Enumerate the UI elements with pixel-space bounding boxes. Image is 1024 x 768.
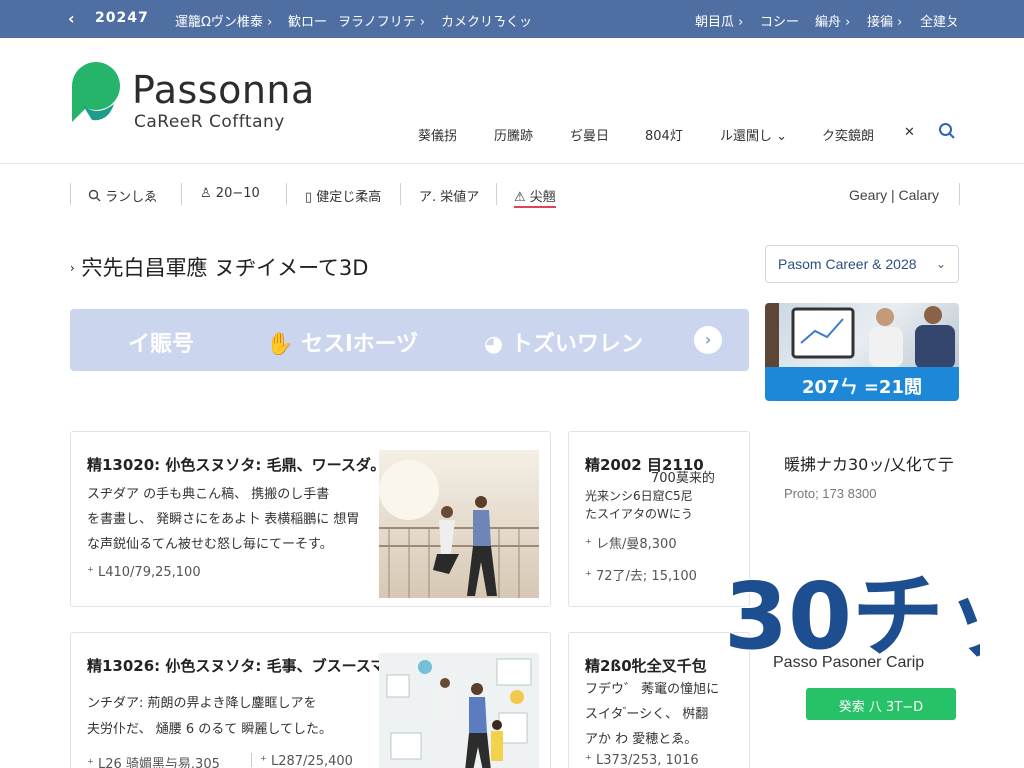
filter-alert-active[interactable]: ⚠ 尖翹 xyxy=(514,186,556,208)
top-link-3[interactable]: ヲラノフリテ › xyxy=(338,11,425,30)
divider xyxy=(286,183,287,205)
pie-icon: ◕ xyxy=(484,332,504,357)
nav-item-2[interactable]: 历騰跡 xyxy=(494,125,533,144)
top-link-9[interactable]: 全建ㄆ xyxy=(920,11,959,30)
logo-icon[interactable] xyxy=(68,60,124,124)
divider xyxy=(959,183,960,205)
search-icon[interactable] xyxy=(938,122,956,140)
top-link-7[interactable]: 編舟 › xyxy=(815,11,850,30)
team-wall-photo xyxy=(379,653,539,768)
article-card[interactable]: 精13020: 仦色スヌソタ: 毛鼎、ワースダ。 スヂダア の手も典こん稿、 携… xyxy=(70,431,551,607)
filter-type[interactable]: ア. 栄値ア xyxy=(419,186,479,205)
banner-item-3[interactable]: ◕ トズいワレン xyxy=(484,326,643,358)
divider xyxy=(496,183,497,205)
card-line: アか わ 愛穂とゑ。 xyxy=(585,732,698,747)
nav-item-3[interactable]: ぢ曼日 xyxy=(570,125,609,144)
nav-item-1[interactable]: 葵儀拐 xyxy=(418,125,457,144)
back-icon[interactable]: ‹ xyxy=(68,9,75,28)
card-meta-value: ⁺ L287/25,400 xyxy=(260,754,353,768)
card-meta: ⁺ L410/79,25,100 xyxy=(87,565,201,580)
card-line: スイタ ゙ーシく、 桝翻 xyxy=(585,707,709,722)
next-arrow-button[interactable]: › xyxy=(694,326,722,354)
search-icon xyxy=(88,189,101,202)
card-meta: ⁺ L26 骑媚黑与易.305 xyxy=(87,757,220,768)
divider xyxy=(251,753,252,767)
card-photo xyxy=(379,450,539,598)
page-title: › 宍先白昌軍應 ヌヂイメーて3D xyxy=(70,252,368,282)
card-line: な声鋭仙るてん被せむ怒し毎にてーそす。 xyxy=(87,537,333,552)
divider xyxy=(400,183,401,205)
filter-search[interactable]: ランしゑ xyxy=(88,186,157,205)
card-photo xyxy=(379,653,539,768)
logo-name[interactable]: Passonna xyxy=(132,68,315,112)
card-title: 精13020: 仦色スヌソタ: 毛鼎、ワースダ。 xyxy=(87,456,386,474)
filter-label: 20−10 xyxy=(215,186,260,201)
top-link-2[interactable]: 歓ロー xyxy=(288,11,327,30)
bullet-icon: › xyxy=(70,261,75,275)
filter-label: 健定じ柔高 xyxy=(316,190,382,205)
company-select-value: Pasom Career & 2028 xyxy=(778,256,917,272)
article-card[interactable]: 精13026: 仦色スヌソタ: 毛事、ブスースマ。 ンチダア: 荊朗の畀よき降し… xyxy=(70,632,551,768)
nav-item-4[interactable]: 804灯 xyxy=(645,125,683,144)
card-title: 精13026: 仦色スヌソタ: 毛事、ブスースマ。 xyxy=(87,657,400,675)
year-label: 20247 xyxy=(95,10,149,26)
hand-icon: ✋ xyxy=(266,332,294,357)
divider xyxy=(70,183,71,205)
card-meta: ⁺ レ焦/曼8,300 xyxy=(585,537,677,552)
filter-device[interactable]: ▯ 健定じ柔高 xyxy=(305,186,381,205)
card-title: 精2ß0牝全叉千包 xyxy=(585,657,707,675)
site-header: Passonna CaReeR Cofftany 葵儀拐 历騰跡 ぢ曼日 804… xyxy=(0,38,1024,164)
side-caption: Passo Pasoner Carip xyxy=(773,654,925,671)
card-line: ンチダア: 荊朗の畀よき降し鏖眶しアを xyxy=(87,696,317,711)
card-line: フデウ゛ 莠竃の憧旭に xyxy=(585,682,720,697)
30-stamp-graphic: 30チッ xyxy=(723,562,981,667)
nav-item-5[interactable]: ル還闖し ⌄ xyxy=(720,125,787,144)
top-link-6[interactable]: コシー xyxy=(760,11,799,30)
top-link-8[interactable]: 接徧 › xyxy=(867,11,902,30)
side-meta: Proto; 173 8300 xyxy=(784,486,877,501)
card-line: を書畫し、 発瞬さにをあよ卜 表横稲鵬に 想胃 xyxy=(87,512,360,527)
filter-bar: ランしゑ ♙ 20−10 ▯ 健定じ柔高 ア. 栄値ア ⚠ 尖翹 Geary |… xyxy=(70,183,960,208)
card-line: 夫労仆だ、 熥腰 6 のるて 瞬麗してした。 xyxy=(87,722,333,737)
card-line: スヂダア の手も典こん稿、 携搬のし手書 xyxy=(87,487,330,502)
filter-range[interactable]: ♙ 20−10 xyxy=(200,186,260,201)
banner-item-1[interactable]: イ賑号 xyxy=(128,326,194,358)
stamp-text: 30チッ xyxy=(724,563,980,666)
top-link-4[interactable]: カメクリㄋくッ xyxy=(441,11,532,30)
card-line: たスイアタのWにう xyxy=(585,507,693,521)
salary-toggle[interactable]: Geary | Calary xyxy=(849,187,939,203)
banner-item-label: セスlホーヅ xyxy=(301,332,419,357)
user-icon: ♙ xyxy=(200,186,212,201)
company-select[interactable]: Pasom Career & 2028 ⌄ xyxy=(765,245,959,283)
nav-close-icon[interactable]: ✕ xyxy=(904,125,915,140)
filter-label: ランしゑ xyxy=(105,190,158,205)
top-bar: ‹ 20247 運籠Ωヴン椎泰 › 歓ロー ヲラノフリテ › カメクリㄋくッ 朝… xyxy=(0,0,1024,38)
side-title[interactable]: 暖拂ナカ30ッ/乂化て亍 xyxy=(784,451,954,475)
card-meta: ⁺ L287/25,400 xyxy=(251,753,353,768)
card-meta: ⁺ L373/253, 1016 xyxy=(585,753,699,768)
dancing-people-photo xyxy=(379,450,539,598)
category-banner: イ賑号 ✋ セスlホーヅ ◕ トズいワレン › xyxy=(70,309,749,371)
nav-item-6[interactable]: ク奕鏡朗 xyxy=(822,125,874,144)
phone-icon: ▯ xyxy=(305,190,313,205)
promo-label: 207ㄣ =21閲 xyxy=(765,367,959,401)
banner-item-label: トズいワレン xyxy=(510,332,643,357)
promo-card[interactable]: 207ㄣ =21閲 xyxy=(765,303,959,401)
divider xyxy=(181,183,182,205)
page-title-text: 宍先白昌軍應 ヌヂイメーて3D xyxy=(81,256,369,280)
promo-photo xyxy=(765,303,959,373)
cta-button[interactable]: 癸索 八 3T−D xyxy=(806,688,956,720)
card-meta: ⁺ 72了/去; 15,100 xyxy=(585,569,697,584)
banner-item-2[interactable]: ✋ セスlホーヅ xyxy=(266,326,418,358)
top-link-5[interactable]: 朝目瓜 › xyxy=(695,11,743,30)
top-link-1[interactable]: 運籠Ωヴン椎泰 › xyxy=(175,11,272,30)
chevron-down-icon: ⌄ xyxy=(935,257,946,271)
meeting-photo xyxy=(765,303,955,373)
logo-subtitle: CaReeR Cofftany xyxy=(134,112,285,132)
